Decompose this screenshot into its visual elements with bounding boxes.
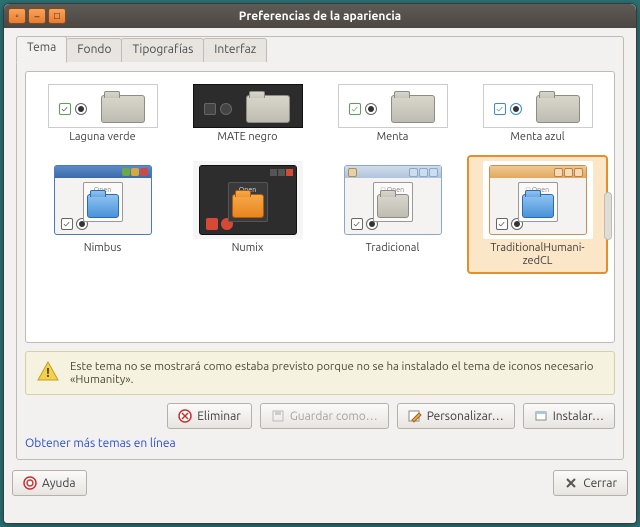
theme-numix[interactable]: Open Numix xyxy=(177,155,318,262)
theme-menta-azul[interactable]: Menta azul xyxy=(467,78,608,151)
theme-label: MATE negro xyxy=(181,131,314,145)
delete-button[interactable]: Eliminar xyxy=(167,403,252,429)
titlebar[interactable]: ◦ – □ Preferencias de la apariencia xyxy=(4,4,636,28)
window-menu-button[interactable]: ◦ xyxy=(8,8,26,24)
help-button[interactable]: Ayuda xyxy=(12,470,87,496)
minimize-button[interactable]: – xyxy=(28,8,46,24)
theme-traditional-humanized[interactable]: □ Open TraditionalHumani- zedCL xyxy=(467,155,608,274)
help-icon xyxy=(23,476,37,490)
scrollbar-thumb[interactable] xyxy=(604,192,612,240)
theme-label: TraditionalHumani- zedCL xyxy=(471,242,604,268)
tab-fondo[interactable]: Fondo xyxy=(66,38,122,62)
save-as-button: Guardar como… xyxy=(260,403,389,429)
theme-label: Menta xyxy=(326,131,459,145)
warning-text: Este tema no se mostrará como estaba pre… xyxy=(70,360,604,386)
tab-tema[interactable]: Tema xyxy=(16,36,67,63)
install-icon xyxy=(534,409,548,423)
tab-bar: Tema Fondo Tipografías Interfaz xyxy=(16,36,623,62)
edit-icon xyxy=(408,409,422,423)
theme-label: Laguna verde xyxy=(36,131,169,145)
themes-list[interactable]: Laguna verde MATE negro xyxy=(25,71,615,343)
tab-interfaz[interactable]: Interfaz xyxy=(203,38,267,62)
theme-label: Numix xyxy=(181,242,314,256)
warning-icon: ! xyxy=(36,360,60,384)
save-icon xyxy=(271,409,285,423)
theme-mate-negro[interactable]: MATE negro xyxy=(177,78,318,151)
close-icon xyxy=(564,476,578,490)
window-title: Preferencias de la apariencia xyxy=(4,10,636,23)
maximize-button[interactable]: □ xyxy=(48,8,66,24)
customize-button[interactable]: Personalizar… xyxy=(397,403,515,429)
warning-message: ! Este tema no se mostrará como estaba p… xyxy=(25,351,615,395)
preferences-window: ◦ – □ Preferencias de la apariencia Tema… xyxy=(3,3,637,524)
theme-label: Menta azul xyxy=(471,131,604,145)
theme-menta[interactable]: Menta xyxy=(322,78,463,151)
theme-label: Nimbus xyxy=(36,242,169,256)
theme-laguna-verde[interactable]: Laguna verde xyxy=(32,78,173,151)
theme-label: Tradicional xyxy=(326,242,459,256)
install-button[interactable]: Instalar… xyxy=(523,403,615,429)
more-themes-link[interactable]: Obtener más temas en línea xyxy=(25,437,176,450)
tab-tipografias[interactable]: Tipografías xyxy=(121,38,204,62)
close-button[interactable]: Cerrar xyxy=(553,470,628,496)
theme-tradicional[interactable]: □ Open Tradicional xyxy=(322,155,463,262)
delete-icon xyxy=(178,409,192,423)
theme-nimbus[interactable]: Open Nimbus xyxy=(32,155,173,262)
svg-text:!: ! xyxy=(46,366,50,380)
